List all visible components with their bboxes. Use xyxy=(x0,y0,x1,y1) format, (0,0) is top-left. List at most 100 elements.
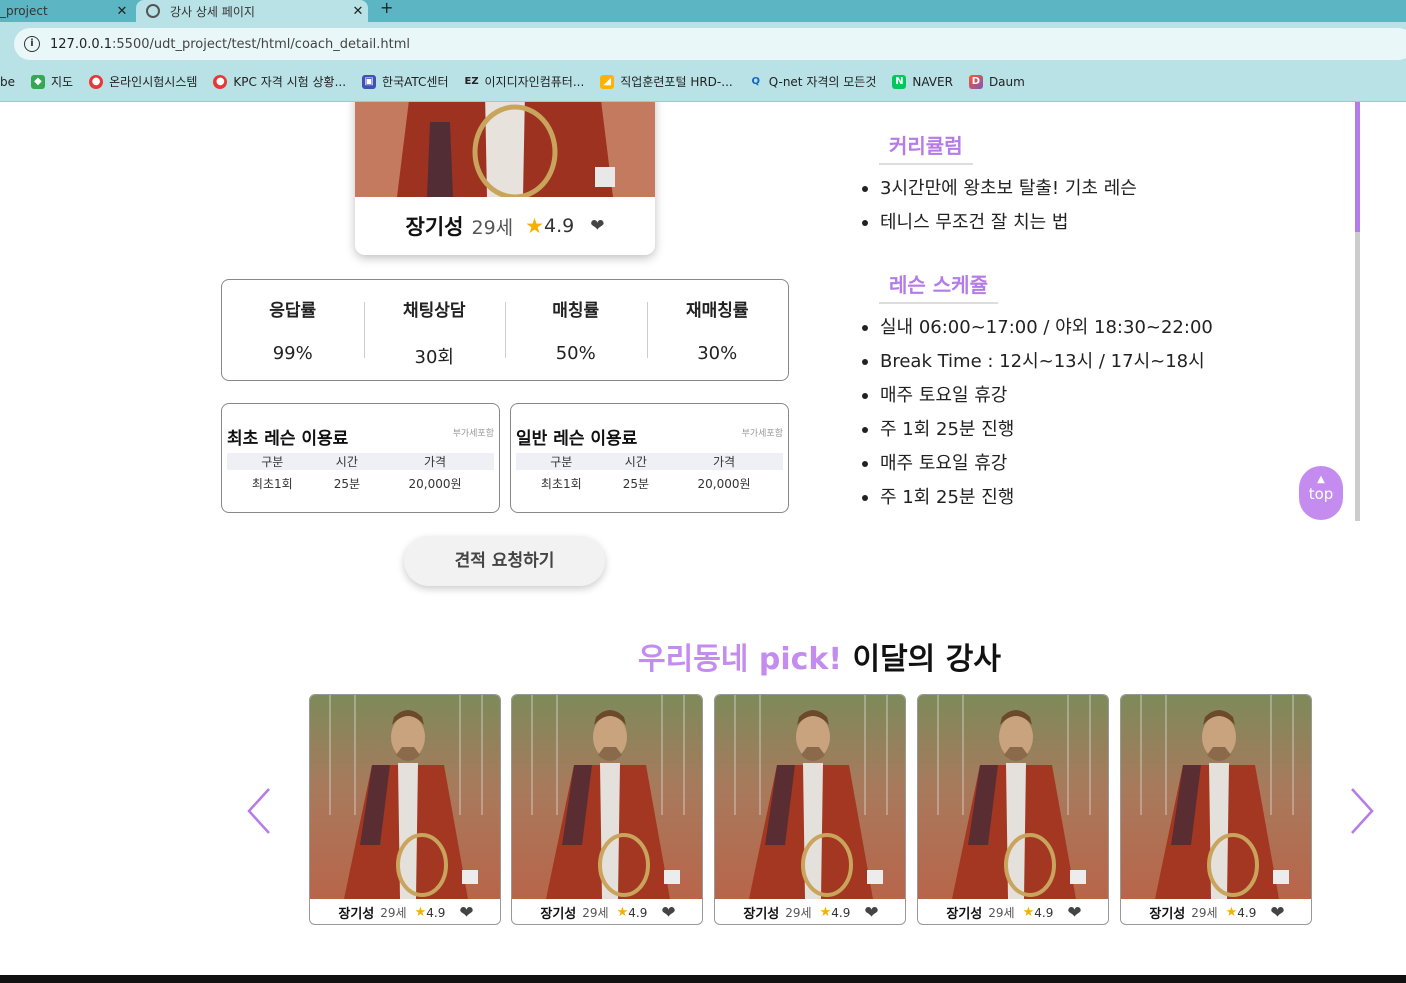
coach-name: 장기성 xyxy=(405,215,464,239)
price-table: 구분 시간 가격 최초1회 25분 20,000원 xyxy=(227,453,494,496)
stat-rematching-rate: 재매칭률 30% xyxy=(646,280,789,380)
heart-icon[interactable]: ❤ xyxy=(1270,903,1284,923)
bookmark-item[interactable]: EZ 이지디자인컴퓨터... xyxy=(465,73,585,90)
heart-icon[interactable]: ❤ xyxy=(661,903,675,923)
close-icon[interactable]: ✕ xyxy=(112,4,132,19)
pick-title-rest: 이달의 강사 xyxy=(852,642,1001,677)
page-content: 장기성 29세 ★ 4.9 ❤ 응답률 99% 채팅상담 30회 매칭률 50%… xyxy=(0,102,1406,975)
coach-name: 장기성 xyxy=(338,907,375,922)
coach-stats-box: 응답률 99% 채팅상담 30회 매칭률 50% 재매칭률 30% xyxy=(221,279,789,381)
bookmark-label: 온라인시험시스템 xyxy=(109,75,198,89)
heart-icon[interactable]: ❤ xyxy=(590,216,604,236)
coach-rating: 4.9 xyxy=(426,905,446,920)
globe-icon xyxy=(146,4,160,18)
star-icon: ★ xyxy=(1022,905,1035,920)
bookmark-item[interactable]: ◢ 직업훈련포털 HRD-... xyxy=(600,73,733,90)
kpc-icon: ● xyxy=(213,74,228,89)
table-cell: 20,000원 xyxy=(408,476,462,491)
carousel-prev-icon[interactable] xyxy=(244,786,274,836)
stat-response-rate: 응답률 99% xyxy=(222,280,364,380)
table-header: 가격 xyxy=(665,453,783,470)
list-item: 테니스 무조건 잘 치는 법 xyxy=(862,206,1137,240)
list-item: 매주 토요일 휴강 xyxy=(862,447,1213,481)
stat-label: 매칭률 xyxy=(552,301,600,321)
bookmark-item[interactable]: ● 온라인시험시스템 xyxy=(89,73,197,90)
stat-label: 재매칭률 xyxy=(685,301,749,321)
list-item: 주 1회 25분 진행 xyxy=(862,481,1213,515)
table-cell: 최초1회 xyxy=(251,476,293,491)
tab-label: 강사 상세 페이지 xyxy=(170,4,255,19)
exam-icon: ● xyxy=(89,74,104,89)
hrd-icon: ◢ xyxy=(600,74,615,89)
site-info-icon[interactable]: i xyxy=(24,36,40,52)
bookmark-label: 직업훈련포털 HRD-... xyxy=(620,75,733,89)
coach-age: 29세 xyxy=(1191,906,1218,920)
bookmark-item[interactable]: ◆ 지도 xyxy=(31,73,73,90)
stat-value: 99% xyxy=(272,343,313,364)
heart-icon[interactable]: ❤ xyxy=(459,903,473,923)
schedule-list: 실내 06:00~17:00 / 야외 18:30~22:00 Break Ti… xyxy=(862,311,1213,515)
table-header: 시간 xyxy=(606,453,666,470)
star-icon: ★ xyxy=(1225,905,1238,920)
coach-card[interactable]: 장기성 29세 ★ 4.9 ❤ xyxy=(1120,694,1312,925)
close-icon[interactable]: ✕ xyxy=(348,4,368,19)
bookmarks-bar: be ◆ 지도 ● 온라인시험시스템 ● KPC 자격 시험 상황... ▣ 한국ATC… xyxy=(0,62,1406,102)
bookmark-item[interactable]: ▣ 한국ATC센터 xyxy=(362,73,449,90)
stat-chat-consult: 채팅상담 30회 xyxy=(363,280,506,380)
coach-rating: 4.9 xyxy=(1237,905,1257,920)
stat-label: 채팅상담 xyxy=(402,301,466,321)
tab-coach-detail[interactable]: 강사 상세 페이지 ✕ xyxy=(136,0,368,22)
coach-rating: 4.9 xyxy=(1034,905,1054,920)
schedule-title: 레슨 스케쥴 xyxy=(879,269,998,304)
heart-icon[interactable]: ❤ xyxy=(1067,903,1081,923)
bookmark-item[interactable]: N NAVER xyxy=(892,74,953,89)
list-item: 3시간만에 왕초보 탈출! 기초 레슨 xyxy=(862,172,1137,206)
coach-photo xyxy=(355,102,655,197)
atc-icon: ▣ xyxy=(362,74,377,89)
coach-card[interactable]: 장기성 29세 ★ 4.9 ❤ xyxy=(511,694,703,925)
coach-info-row: 장기성 29세 ★ 4.9 ❤ xyxy=(1121,899,1311,924)
coach-age: 29세 xyxy=(785,906,812,920)
url-path: :5500/udt_project/test/html/coach_detail… xyxy=(112,36,411,52)
coach-age: 29세 xyxy=(582,906,609,920)
curriculum-list: 3시간만에 왕초보 탈출! 기초 레슨 테니스 무조건 잘 치는 법 xyxy=(862,172,1137,240)
coach-age: 29세 xyxy=(380,906,407,920)
heart-icon[interactable]: ❤ xyxy=(864,903,878,923)
carousel-next-icon[interactable] xyxy=(1347,786,1377,836)
price-table: 구분 시간 가격 최초1회 25분 20,000원 xyxy=(516,453,783,496)
curriculum-title: 커리큘럼 xyxy=(879,130,973,165)
star-icon: ★ xyxy=(819,905,832,920)
new-tab-icon[interactable]: + xyxy=(380,0,393,18)
coach-card[interactable]: 장기성 29세 ★ 4.9 ❤ xyxy=(917,694,1109,925)
coach-info-row: 장기성 29세 ★ 4.9 ❤ xyxy=(310,899,500,924)
tab-project[interactable]: _project ✕ xyxy=(0,0,132,22)
table-header: 가격 xyxy=(376,453,494,470)
bookmark-item[interactable]: ● KPC 자격 시험 상황... xyxy=(213,73,346,90)
maps-icon: ◆ xyxy=(31,74,45,89)
bookmark-item[interactable]: D Daum xyxy=(968,74,1025,89)
coach-info-row: 장기성 29세 ★ 4.9 ❤ xyxy=(355,197,655,255)
coach-rating: 4.9 xyxy=(628,905,648,920)
coach-name: 장기성 xyxy=(743,907,780,922)
table-row: 최초1회 25분 20,000원 xyxy=(227,470,494,496)
bookmark-label: Q-net 자격의 모든것 xyxy=(768,75,877,89)
browser-tab-bar: _project ✕ 강사 상세 페이지 ✕ + xyxy=(0,0,1406,22)
bookmark-item[interactable]: Q Q-net 자격의 모든것 xyxy=(749,73,877,90)
panel-scrollbar-thumb[interactable] xyxy=(1355,102,1360,232)
coach-rating: 4.9 xyxy=(544,215,575,237)
star-icon: ★ xyxy=(414,905,427,920)
coach-age: 29세 xyxy=(988,906,1015,920)
table-cell: 25분 xyxy=(333,476,360,491)
tab-label: _project xyxy=(0,4,48,18)
bookmark-item[interactable]: be xyxy=(0,75,15,89)
scroll-top-button[interactable]: ▲ top xyxy=(1299,466,1343,520)
coach-card[interactable]: 장기성 29세 ★ 4.9 ❤ xyxy=(309,694,501,925)
coach-profile-card: 장기성 29세 ★ 4.9 ❤ xyxy=(355,102,655,255)
table-cell: 25분 xyxy=(622,476,649,491)
coach-card[interactable]: 장기성 29세 ★ 4.9 ❤ xyxy=(714,694,906,925)
list-item: Break Time : 12시~13시 / 17시~18시 xyxy=(862,345,1213,379)
address-bar[interactable]: i 127.0.0.1:5500/udt_project/test/html/c… xyxy=(14,28,1406,60)
request-quote-button[interactable]: 견적 요청하기 xyxy=(404,536,605,586)
coach-age: 29세 xyxy=(471,216,514,239)
star-icon: ★ xyxy=(616,905,629,920)
